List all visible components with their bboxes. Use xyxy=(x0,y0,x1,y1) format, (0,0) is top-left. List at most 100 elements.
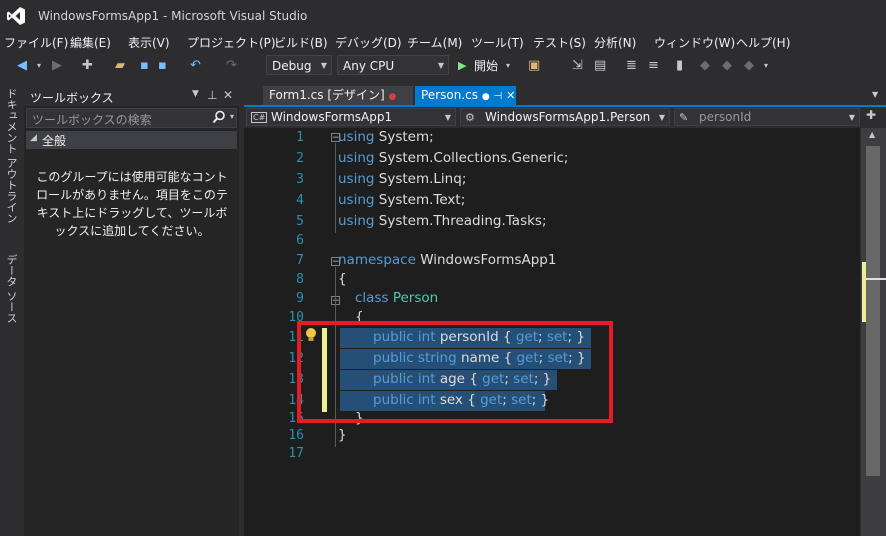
chevron-down-icon: ▼ xyxy=(444,113,451,122)
project-select[interactable]: C# WindowsFormsApp1 ▼ xyxy=(246,108,456,126)
tab-person-cs[interactable]: Person.cs ● ⊣ ✕ xyxy=(415,86,516,105)
chevron-down-icon[interactable]: ▾ xyxy=(37,57,41,75)
step-icon[interactable]: ⇲ xyxy=(572,57,583,75)
line-number: 6 xyxy=(296,233,304,248)
standard-toolbar: ◀ ▾ ▶ ✚ ▰ ▪ ▪ ↶ ↷ Debug ▼ Any CPU ▼ ▶ 開始… xyxy=(0,53,886,80)
undo-icon[interactable]: ↶ xyxy=(190,57,201,75)
toolbox-title: ツールボックス xyxy=(30,91,114,105)
navigate-back-icon[interactable]: ◀ xyxy=(17,57,27,75)
tab-overflow-icon[interactable]: ▼ xyxy=(872,90,878,99)
project-value: WindowsFormsApp1 xyxy=(271,110,393,124)
chevron-down-icon: ▼ xyxy=(848,113,855,122)
menu-test[interactable]: テスト(S) xyxy=(533,34,586,51)
menu-window[interactable]: ウィンドウ(W) xyxy=(654,34,735,51)
tab-form1-design[interactable]: Form1.cs [デザイン] ● xyxy=(263,86,413,105)
chevron-down-icon: ▼ xyxy=(658,113,665,122)
line-number: 10 xyxy=(288,310,304,325)
line-number: 14 xyxy=(288,393,304,408)
line-number: 15 xyxy=(288,411,304,426)
chevron-down-icon[interactable]: ▾ xyxy=(506,57,510,75)
close-icon[interactable]: ✕ xyxy=(506,89,515,102)
menu-file[interactable]: ファイル(F) xyxy=(4,34,68,51)
pin-icon[interactable]: ⊥ xyxy=(207,88,217,102)
split-window-icon[interactable]: ✚ xyxy=(866,108,876,122)
redo-icon[interactable]: ↷ xyxy=(226,57,237,75)
menu-analyze[interactable]: 分析(N) xyxy=(594,34,636,51)
menu-help[interactable]: ヘルプ(H) xyxy=(736,34,790,51)
code-line: using System.Linq; xyxy=(338,171,467,187)
tab-data-sources[interactable]: データ ソース xyxy=(3,254,19,324)
property-wrench-icon: ✎ xyxy=(679,111,689,124)
tab-document-outline[interactable]: ドキュメント アウトライン xyxy=(3,88,19,224)
pin-icon[interactable]: ⊣ xyxy=(494,91,503,102)
toolbar-overflow-icon[interactable]: ▾ xyxy=(764,57,768,75)
code-line: } xyxy=(338,427,347,443)
browse-icon[interactable]: ▣ xyxy=(528,57,540,75)
chevron-down-icon[interactable]: ▾ xyxy=(230,112,234,121)
toolbox-menu-icon[interactable]: ▼ xyxy=(192,89,199,99)
open-file-icon[interactable]: ▰ xyxy=(115,57,125,75)
search-icon[interactable] xyxy=(212,110,226,124)
line-number: 16 xyxy=(288,428,304,443)
navigate-forward-icon[interactable]: ▶ xyxy=(52,57,62,75)
line-number: 4 xyxy=(296,193,304,208)
line-number: 17 xyxy=(288,446,304,461)
fold-guide xyxy=(335,143,336,233)
tab-label: Form1.cs [デザイン] xyxy=(269,88,385,102)
code-line: { xyxy=(338,271,347,287)
type-value: WindowsFormsApp1.Person xyxy=(485,110,651,124)
line-number: 3 xyxy=(296,172,304,187)
line-number: 2 xyxy=(296,151,304,166)
chevron-down-icon: ▼ xyxy=(320,61,327,70)
configuration-value: Debug xyxy=(272,59,312,73)
line-number: 9 xyxy=(296,291,304,306)
collapse-triangle-icon[interactable]: ◢ xyxy=(30,133,37,143)
save-icon[interactable]: ▪ xyxy=(140,57,149,75)
line-number: 5 xyxy=(296,214,304,229)
clear-bookmarks-icon[interactable]: ◆ xyxy=(744,57,754,75)
toolbox-search-placeholder: ツールボックスの検索 xyxy=(32,113,152,127)
menu-bar: ファイル(F) 編集(E) 表示(V) プロジェクト(P) ビルド(B) デバッ… xyxy=(0,31,886,53)
start-button[interactable]: 開始 xyxy=(474,57,498,75)
visual-studio-logo-icon xyxy=(7,7,25,25)
bookmark-icon[interactable]: ▮ xyxy=(676,57,683,75)
menu-view[interactable]: 表示(V) xyxy=(128,34,170,51)
comment-lines-icon[interactable]: ≣ xyxy=(626,57,637,75)
member-select[interactable]: ✎ personId ▼ xyxy=(674,108,860,126)
line-number: 1 xyxy=(296,130,304,145)
solution-platform-select[interactable]: Any CPU ▼ xyxy=(337,55,449,75)
menu-edit[interactable]: 編集(E) xyxy=(70,34,111,51)
menu-project[interactable]: プロジェクト(P) xyxy=(187,34,276,51)
next-bookmark-icon[interactable]: ◆ xyxy=(722,57,732,75)
menu-debug[interactable]: デバッグ(D) xyxy=(335,34,402,51)
start-play-icon[interactable]: ▶ xyxy=(458,57,466,75)
uncomment-lines-icon[interactable]: ≡ xyxy=(648,57,659,75)
solution-explorer-icon[interactable]: ▤ xyxy=(594,57,606,75)
code-line: class Person xyxy=(355,290,439,306)
side-tab-strip: ドキュメント アウトライン データ ソース xyxy=(0,84,22,536)
close-icon[interactable]: ✕ xyxy=(223,88,233,102)
line-number: 11 xyxy=(288,330,304,345)
highlight-annotation-box xyxy=(297,321,613,423)
solution-configuration-select[interactable]: Debug ▼ xyxy=(266,55,332,75)
code-line: using System.Collections.Generic; xyxy=(338,150,569,166)
menu-build[interactable]: ビルド(B) xyxy=(274,34,328,51)
toolbox-panel xyxy=(24,86,239,536)
modified-dot-icon: ● xyxy=(388,92,397,102)
code-line: namespace WindowsFormsApp1 xyxy=(338,252,557,268)
type-select[interactable]: ⚙ WindowsFormsApp1.Person ▼ xyxy=(460,108,670,126)
toolbox-empty-message: このグループには使用可能なコントロールがありません。項目をこのテキスト上にドラッ… xyxy=(36,170,228,238)
new-project-icon[interactable]: ✚ xyxy=(82,57,93,75)
toolbox-group-label: 全般 xyxy=(42,134,67,148)
chevron-down-icon: ▼ xyxy=(437,61,444,70)
scroll-up-icon[interactable]: ▲ xyxy=(869,130,875,139)
menu-tools[interactable]: ツール(T) xyxy=(471,34,524,51)
menu-team[interactable]: チーム(M) xyxy=(407,34,462,51)
scrollbar-thumb[interactable] xyxy=(866,146,880,476)
save-all-icon[interactable]: ▪ xyxy=(158,57,167,75)
tab-label: Person.cs xyxy=(421,88,478,102)
platform-value: Any CPU xyxy=(343,59,395,73)
code-line: using System.Threading.Tasks; xyxy=(338,213,547,229)
scrollbar-caret-marker xyxy=(862,278,886,280)
previous-bookmark-icon[interactable]: ◆ xyxy=(700,57,710,75)
